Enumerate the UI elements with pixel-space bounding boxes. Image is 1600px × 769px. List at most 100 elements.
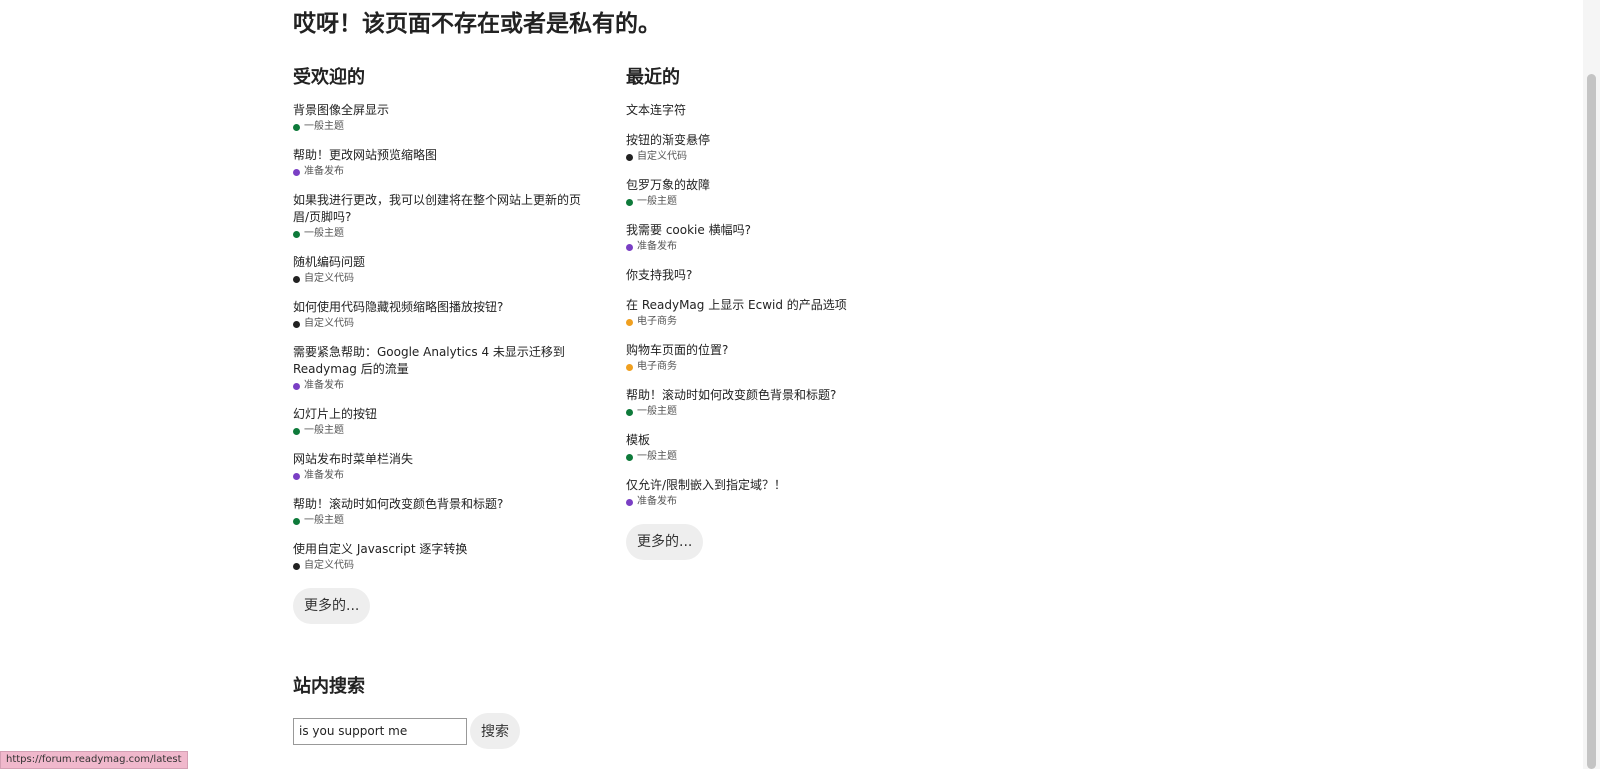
category-dot-icon [626, 243, 633, 251]
category-label: 一般主题 [637, 196, 677, 207]
recent-column: 最近的 文本连字符 按钮的渐变悬停 自定义代码 包罗万象的故障 一般主题 我需要 cook… [626, 64, 916, 560]
topic-category[interactable]: 自定义代码 [293, 559, 583, 573]
category-dot-icon [293, 427, 300, 435]
category-label: 准备发布 [637, 496, 677, 507]
topic-category[interactable]: 自定义代码 [626, 150, 916, 164]
topic-item: 仅允许/限制嵌入到指定域？！ 准备发布 [626, 477, 916, 509]
topic-title-link[interactable]: 背景图像全屏显示 [293, 102, 583, 119]
category-dot-icon [626, 153, 633, 161]
topic-title-link[interactable]: 你支持我吗? [626, 267, 916, 284]
topic-item: 如何使用代码隐藏视频缩略图播放按钮? 自定义代码 [293, 299, 583, 331]
category-label: 准备发布 [637, 241, 677, 252]
category-dot-icon [626, 198, 633, 206]
category-label: 一般主题 [304, 228, 344, 239]
topic-category[interactable]: 一般主题 [293, 120, 583, 134]
category-label: 自定义代码 [304, 273, 354, 284]
topic-title-link[interactable]: 文本连字符 [626, 102, 916, 119]
category-label: 一般主题 [637, 451, 677, 462]
category-dot-icon [293, 382, 300, 390]
topic-title-link[interactable]: 在 ReadyMag 上显示 Ecwid 的产品选项 [626, 297, 916, 314]
topic-category[interactable]: 准备发布 [293, 165, 583, 179]
topic-title-link[interactable]: 帮助！滚动时如何改变颜色背景和标题? [626, 387, 916, 404]
popular-heading: 受欢迎的 [293, 67, 365, 88]
topic-title-link[interactable]: 随机编码问题 [293, 254, 583, 271]
category-label: 电子商务 [637, 316, 677, 327]
category-dot-icon [293, 320, 300, 328]
category-dot-icon [293, 472, 300, 480]
page-title: 哎呀！该页面不存在或者是私有的。 [293, 11, 661, 37]
topic-item: 按钮的渐变悬停自定义代码 [626, 132, 916, 164]
popular-more-button[interactable]: 更多的... [293, 588, 371, 624]
topic-title-link[interactable]: 按钮的渐变悬停 [626, 132, 916, 149]
category-dot-icon [626, 363, 633, 371]
category-dot-icon [293, 517, 300, 525]
topic-category[interactable]: 一般主题 [293, 424, 583, 438]
category-dot-icon [293, 562, 300, 570]
topic-title-link[interactable]: 仅允许/限制嵌入到指定域？！ [626, 477, 916, 494]
topic-item: 帮助！滚动时如何改变颜色背景和标题? 一般主题 [626, 387, 916, 419]
category-dot-icon [293, 123, 300, 131]
topic-title-link[interactable]: 需要紧急帮助：Google Analytics 4 未显示迁移到 Readyma… [293, 344, 583, 378]
topic-category[interactable]: 准备发布 [626, 240, 916, 254]
page: 哎呀！该页面不存在或者是私有的。 受欢迎的 背景图像全屏显示 一般主题 帮助！更改网… [0, 0, 1600, 769]
popular-column: 受欢迎的 背景图像全屏显示 一般主题 帮助！更改网站预览缩略图 准备发布 如果我进行更改… [293, 64, 583, 624]
topic-category[interactable]: 一般主题 [293, 514, 583, 528]
topic-category[interactable]: 一般主题 [626, 195, 916, 209]
topic-item: 包罗万象的故障一般主题 [626, 177, 916, 209]
topic-category[interactable]: 一般主题 [626, 450, 916, 464]
topic-item: 幻灯片上的按钮一般主题 [293, 406, 583, 438]
category-dot-icon [626, 408, 633, 416]
topic-title-link[interactable]: 网站发布时菜单栏消失 [293, 451, 583, 468]
topic-title-link[interactable]: 包罗万象的故障 [626, 177, 916, 194]
recent-topic-list: 文本连字符 按钮的渐变悬停 自定义代码 包罗万象的故障 一般主题 我需要 cookie 横… [626, 102, 916, 509]
topic-category[interactable]: 准备发布 [293, 469, 583, 483]
topic-item: 帮助！滚动时如何改变颜色背景和标题? 一般主题 [293, 496, 583, 528]
recent-more-button[interactable]: 更多的... [626, 524, 704, 560]
topic-item: 背景图像全屏显示一般主题 [293, 102, 583, 134]
category-label: 自定义代码 [637, 151, 687, 162]
topic-title-link[interactable]: 购物车页面的位置? [626, 342, 916, 359]
topic-category[interactable]: 电子商务 [626, 360, 916, 374]
scrollbar-thumb[interactable] [1587, 74, 1596, 769]
topic-item: 随机编码问题自定义代码 [293, 254, 583, 286]
recent-heading: 最近的 [626, 67, 680, 88]
popular-topic-list: 背景图像全屏显示 一般主题 帮助！更改网站预览缩略图 准备发布 如果我进行更改，我可以创… [293, 102, 583, 573]
topic-category[interactable]: 自定义代码 [293, 272, 583, 286]
category-label: 电子商务 [637, 361, 677, 372]
category-label: 一般主题 [304, 425, 344, 436]
search-form: 搜索 [293, 713, 520, 749]
topic-title-link[interactable]: 如何使用代码隐藏视频缩略图播放按钮? [293, 299, 583, 316]
category-label: 自定义代码 [304, 560, 354, 571]
topic-item: 如果我进行更改，我可以创建将在整个网站上更新的页眉/页脚吗? 一般主题 [293, 192, 583, 241]
search-input[interactable] [293, 717, 467, 745]
topic-item: 我需要 cookie 横幅吗? 准备发布 [626, 222, 916, 254]
topic-item: 购物车页面的位置? 电子商务 [626, 342, 916, 374]
topic-category[interactable]: 自定义代码 [293, 317, 583, 331]
category-dot-icon [293, 168, 300, 176]
topic-category[interactable]: 一般主题 [293, 227, 583, 241]
category-dot-icon [293, 275, 300, 283]
topic-item: 在 ReadyMag 上显示 Ecwid 的产品选项电子商务 [626, 297, 916, 329]
topic-category[interactable]: 准备发布 [626, 495, 916, 509]
category-label: 一般主题 [304, 121, 344, 132]
category-label: 一般主题 [637, 406, 677, 417]
topic-title-link[interactable]: 帮助！更改网站预览缩略图 [293, 147, 583, 164]
category-dot-icon [626, 453, 633, 461]
category-dot-icon [293, 230, 300, 238]
search-button[interactable]: 搜索 [470, 713, 520, 749]
category-dot-icon [626, 318, 633, 326]
topic-title-link[interactable]: 幻灯片上的按钮 [293, 406, 583, 423]
topic-title-link[interactable]: 我需要 cookie 横幅吗? [626, 222, 916, 239]
search-heading: 站内搜索 [293, 676, 365, 697]
topic-title-link[interactable]: 如果我进行更改，我可以创建将在整个网站上更新的页眉/页脚吗? [293, 192, 583, 226]
topic-category[interactable]: 一般主题 [626, 405, 916, 419]
topic-title-link[interactable]: 帮助！滚动时如何改变颜色背景和标题? [293, 496, 583, 513]
topic-title-link[interactable]: 模板 [626, 432, 916, 449]
topic-category[interactable]: 电子商务 [626, 315, 916, 329]
topic-item: 模板一般主题 [626, 432, 916, 464]
topic-category[interactable]: 准备发布 [293, 379, 583, 393]
topic-title-link[interactable]: 使用自定义 Javascript 逐字转换 [293, 541, 583, 558]
vertical-scrollbar[interactable] [1583, 0, 1600, 769]
topic-item: 使用自定义 Javascript 逐字转换自定义代码 [293, 541, 583, 573]
category-dot-icon [626, 498, 633, 506]
